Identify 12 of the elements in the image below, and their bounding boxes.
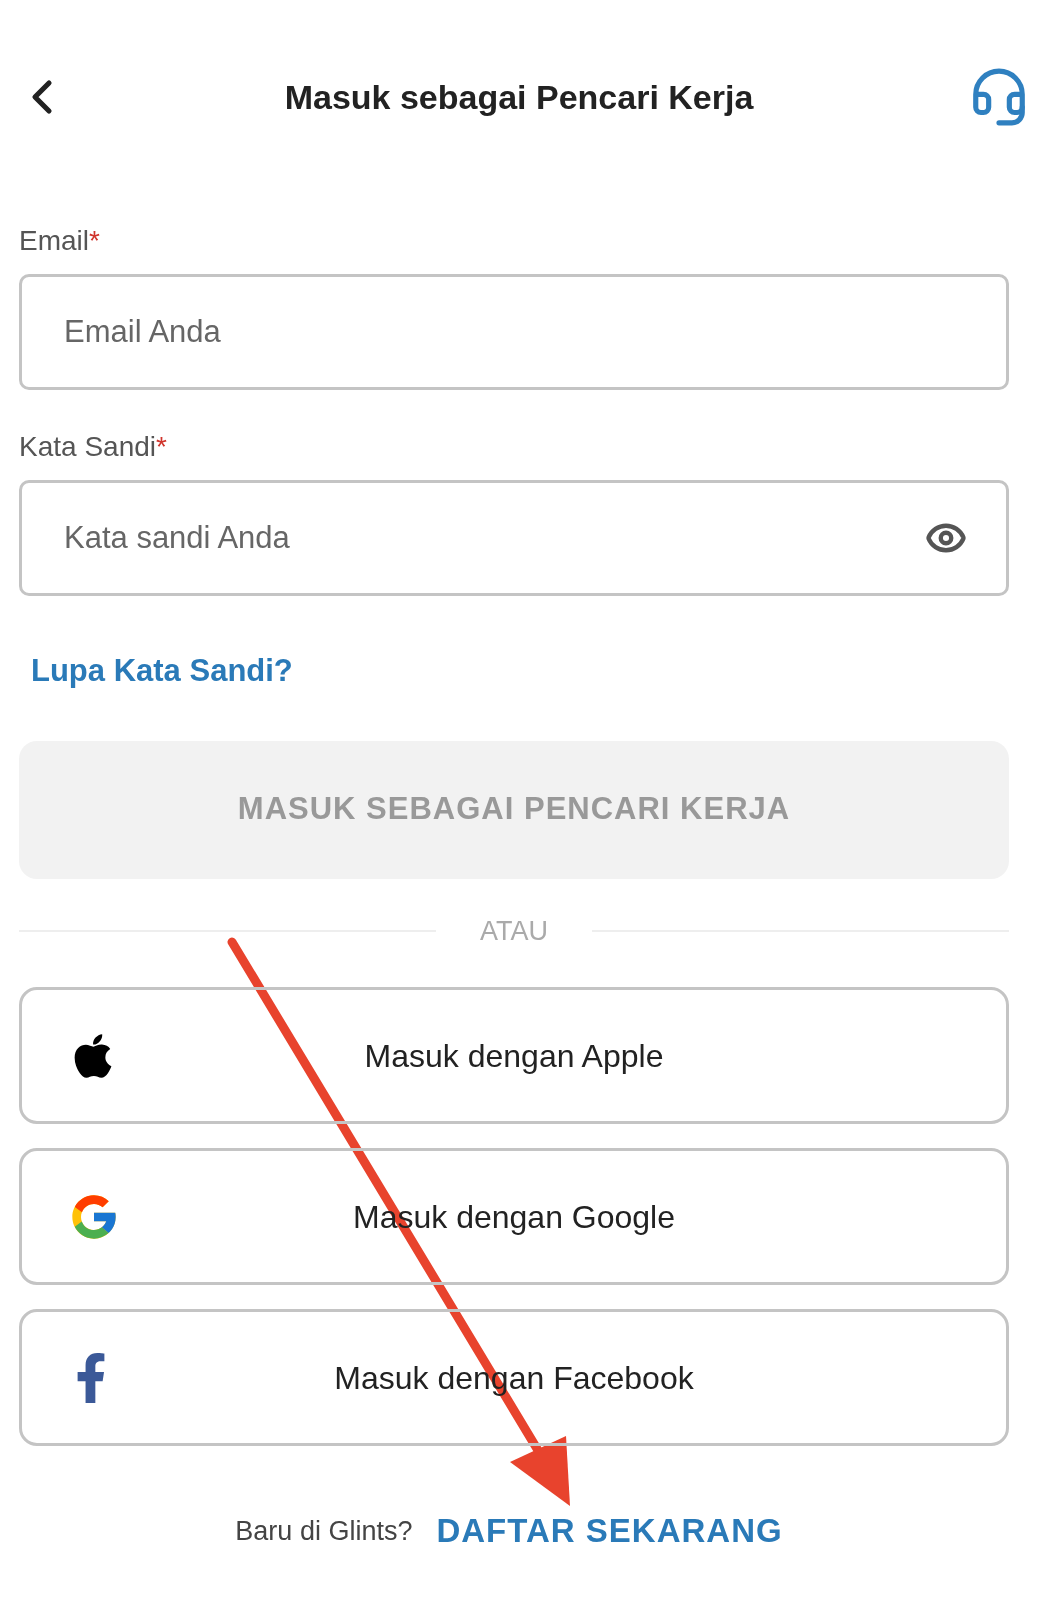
signup-prompt: Baru di Glints? [235,1514,413,1548]
input-field[interactable]: Email Anda [19,274,1009,390]
required-mark: * [89,225,100,256]
divider-label: ATAU [480,914,548,948]
social-login-button[interactable]: Masuk dengan Apple [19,987,1009,1124]
signup-link[interactable]: DAFTAR SEKARANG [436,1506,783,1556]
input-field[interactable]: Kata sandi Anda [19,480,1009,596]
field-label: Kata Sandi [19,431,156,462]
forgot-password-link[interactable]: Lupa Kata Sandi? [31,648,293,695]
page-title: Masuk sebagai Pencari Kerja [284,76,754,118]
required-mark: * [156,431,167,462]
field-label: Email [19,225,89,256]
